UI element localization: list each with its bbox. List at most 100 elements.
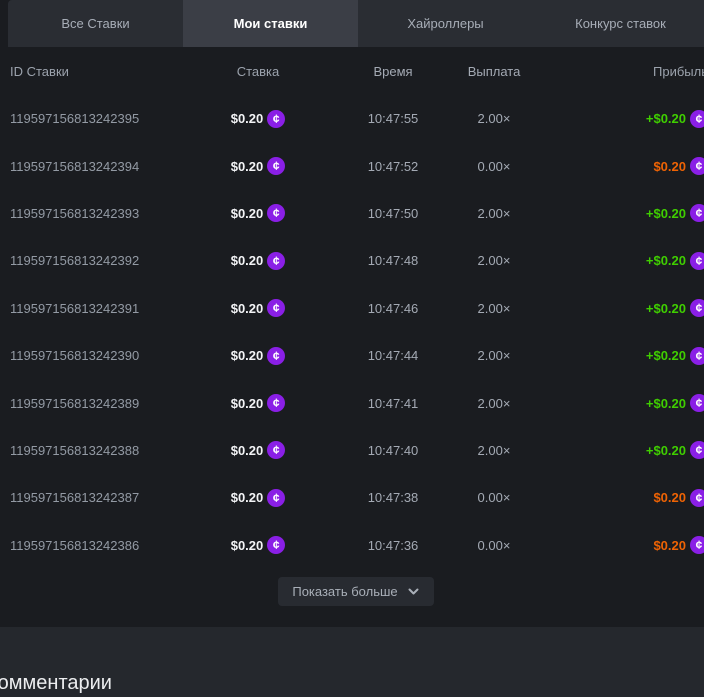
bet-row[interactable]: 119597156813242386$0.20¢10:47:360.00×$0.… <box>0 522 704 569</box>
coin-icon: ¢ <box>690 252 704 270</box>
bet-profit-value: +$0.20 <box>646 443 686 458</box>
coin-icon: ¢ <box>690 394 704 412</box>
bet-amount: $0.20¢ <box>190 252 326 270</box>
bet-id: 119597156813242395 <box>10 111 190 126</box>
show-more-button[interactable]: Показать больше <box>278 577 433 606</box>
bet-time: 10:47:38 <box>326 490 460 505</box>
coin-icon: ¢ <box>690 110 704 128</box>
bet-time: 10:47:46 <box>326 301 460 316</box>
coin-icon: ¢ <box>267 394 285 412</box>
tab-high-rollers[interactable]: Хайроллеры <box>358 0 533 47</box>
coin-icon: ¢ <box>690 489 704 507</box>
header-time: Время <box>326 64 460 79</box>
show-more-container: Показать больше <box>0 577 704 606</box>
bet-time: 10:47:55 <box>326 111 460 126</box>
bets-tabbar: Все СтавкиМои ставкиХайроллерыКонкурс ст… <box>8 0 704 47</box>
bet-id: 119597156813242392 <box>10 253 190 268</box>
bet-profit: +$0.20¢ <box>528 204 704 222</box>
bet-profit: +$0.20 ¢ <box>528 252 704 270</box>
bet-amount: $0.20¢ <box>190 299 326 317</box>
bet-amount-value: $0.20 <box>231 396 264 411</box>
bet-time: 10:47:48 <box>326 253 460 268</box>
bet-row[interactable]: 119597156813242392$0.20¢10:47:482.00×+$0… <box>0 237 704 284</box>
comments-title: Комментарии <box>0 672 704 695</box>
bet-payout: 2.00× <box>460 443 528 458</box>
bet-id: 119597156813242387 <box>10 490 190 505</box>
bet-amount: $0.20¢ <box>190 110 326 128</box>
bet-id: 119597156813242394 <box>10 159 190 174</box>
bet-amount-value: $0.20 <box>231 206 264 221</box>
bet-payout: 2.00× <box>460 111 528 126</box>
bet-row[interactable]: 119597156813242387$0.20¢10:47:380.00×$0.… <box>0 474 704 521</box>
bet-id: 119597156813242386 <box>10 538 190 553</box>
bet-profit: +$0.20 ¢ <box>528 299 704 317</box>
bet-amount-value: $0.20 <box>231 348 264 363</box>
bet-amount: $0.20¢ <box>190 204 326 222</box>
tab-bet-contest[interactable]: Конкурс ставок <box>533 0 704 47</box>
coin-icon: ¢ <box>267 299 285 317</box>
bet-profit: +$0.20 ¢ <box>528 394 704 412</box>
bet-amount-value: $0.20 <box>231 443 264 458</box>
header-bet-id: ID Ставки <box>10 64 190 79</box>
bet-row[interactable]: 119597156813242391$0.20¢10:47:462.00×+$0… <box>0 285 704 332</box>
coin-icon: ¢ <box>690 347 704 365</box>
bet-payout: 2.00× <box>460 301 528 316</box>
bet-amount: $0.20¢ <box>190 347 326 365</box>
bet-time: 10:47:50 <box>326 206 460 221</box>
bet-row[interactable]: 119597156813242388$0.20¢10:47:402.00×+$0… <box>0 427 704 474</box>
chevron-down-icon <box>407 585 420 598</box>
bet-profit-value: +$0.20 <box>646 348 686 363</box>
bet-profit: $0.20¢ <box>528 157 704 175</box>
bet-amount-value: $0.20 <box>231 111 264 126</box>
bet-profit: $0.20¢ <box>528 489 704 507</box>
bet-profit: +$0.20 ¢ <box>528 110 704 128</box>
bet-amount-value: $0.20 <box>231 159 264 174</box>
show-more-label: Показать больше <box>292 584 397 599</box>
bet-amount-value: $0.20 <box>231 538 264 553</box>
bet-amount-value: $0.20 <box>231 253 264 268</box>
coin-icon: ¢ <box>690 299 704 317</box>
coin-icon: ¢ <box>267 489 285 507</box>
bet-payout: 2.00× <box>460 348 528 363</box>
bet-profit-value: $0.20 <box>653 538 686 553</box>
bet-profit-value: +$0.20 <box>646 396 686 411</box>
coin-icon: ¢ <box>690 204 704 222</box>
coin-icon: ¢ <box>690 536 704 554</box>
bet-amount: $0.20¢ <box>190 394 326 412</box>
coin-icon: ¢ <box>267 110 285 128</box>
bet-amount: $0.20¢ <box>190 536 326 554</box>
bet-payout: 0.00× <box>460 159 528 174</box>
bet-amount: $0.20¢ <box>190 441 326 459</box>
bet-profit-value: +$0.20 <box>646 253 686 268</box>
bet-profit-value: +$0.20 <box>646 301 686 316</box>
table-body: 119597156813242395$0.20¢10:47:552.00×+$0… <box>0 95 704 569</box>
bet-row[interactable]: 119597156813242394$0.20¢10:47:520.00×$0.… <box>0 142 704 189</box>
bet-row[interactable]: 119597156813242389$0.20¢10:47:412.00×+$0… <box>0 379 704 426</box>
coin-icon: ¢ <box>690 441 704 459</box>
bets-table: ID Ставки Ставка Время Выплата Прибыль 1… <box>0 47 704 606</box>
bet-payout: 2.00× <box>460 396 528 411</box>
bet-row[interactable]: 119597156813242395$0.20¢10:47:552.00×+$0… <box>0 95 704 142</box>
tab-my-bets[interactable]: Мои ставки <box>183 0 358 47</box>
table-header-row: ID Ставки Ставка Время Выплата Прибыль <box>0 47 704 95</box>
bet-id: 119597156813242391 <box>10 301 190 316</box>
coin-icon: ¢ <box>267 204 285 222</box>
coin-icon: ¢ <box>267 252 285 270</box>
bet-id: 119597156813242389 <box>10 396 190 411</box>
bet-payout: 0.00× <box>460 538 528 553</box>
bet-row[interactable]: 119597156813242390$0.20¢10:47:442.00×+$0… <box>0 332 704 379</box>
coin-icon: ¢ <box>690 157 704 175</box>
coin-icon: ¢ <box>267 441 285 459</box>
header-bet: Ставка <box>190 64 326 79</box>
bet-time: 10:47:52 <box>326 159 460 174</box>
bet-row[interactable]: 119597156813242393$0.20¢10:47:502.00×+$0… <box>0 190 704 237</box>
header-payout: Выплата <box>460 64 528 79</box>
coin-icon: ¢ <box>267 347 285 365</box>
bet-id: 119597156813242388 <box>10 443 190 458</box>
bet-amount: $0.20¢ <box>190 489 326 507</box>
bet-profit: +$0.20 ¢ <box>528 441 704 459</box>
bet-profit: $0.20 ¢ <box>528 536 704 554</box>
tab-all-bets[interactable]: Все Ставки <box>8 0 183 47</box>
bet-profit-value: +$0.20 <box>646 111 686 126</box>
comments-section: Комментарии <box>0 627 704 697</box>
